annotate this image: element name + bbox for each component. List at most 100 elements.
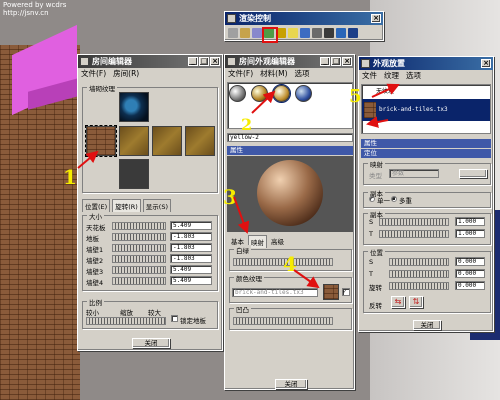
monitor2-icon[interactable] [348,28,358,38]
room-close-button[interactable]: 关闭 [132,338,170,348]
material-close-button[interactable]: 关闭 [275,379,307,389]
menu-texture[interactable]: 纹理 [384,70,399,81]
section-properties-header[interactable]: 属性 [361,139,491,148]
list-item-no-texture[interactable]: 无纹理 [362,85,490,99]
properties-header[interactable]: 属性 [227,146,353,155]
position-row-slider[interactable] [389,258,449,266]
position-row-field[interactable]: 0.000 [455,281,485,290]
menu-room[interactable]: 房间(R) [113,68,139,79]
material-name-field[interactable]: yellow-2 [227,133,353,142]
tab-display[interactable]: 显示(S) [142,199,171,212]
menu-options[interactable]: 选项 [295,68,310,79]
close-icon[interactable]: × [481,59,491,68]
copies-single-label: 单一 [377,197,390,205]
position-row-slider[interactable] [389,270,449,278]
material-sphere-blue[interactable] [295,85,312,102]
flip-vertical-button[interactable]: ⇅ [409,296,423,308]
position-row-field[interactable]: 0.000 [455,257,485,266]
material-sphere-yellow-selected[interactable] [272,84,291,103]
maximize-icon[interactable]: □ [199,57,209,66]
minimize-icon[interactable]: _ [320,57,330,66]
minimize-icon[interactable]: _ [188,57,198,66]
copies-t-field[interactable]: 1.000 [455,229,485,238]
image-icon[interactable] [252,28,262,38]
appearance-close-button[interactable]: 关闭 [413,320,441,330]
tab-rotation[interactable]: 旋转(R) [112,199,141,212]
size-row-field[interactable]: -1.803 [170,232,212,241]
size-row-label: 地板 [86,235,99,243]
annotation-1: 1 [63,165,77,189]
bump-slider[interactable] [233,317,333,325]
mapping-type-apply[interactable] [459,169,487,178]
position-row-label: S [369,258,374,266]
lock-floor-checkbox[interactable] [171,315,178,322]
copies-single-radio[interactable] [369,196,375,202]
position-row-field[interactable]: 0.000 [455,269,485,278]
preview-sphere [257,160,323,226]
list-item-brick-selected[interactable]: brick-and-tiles.tx3 [362,99,490,121]
texture-bronze-2[interactable] [152,126,182,156]
cube-icon[interactable] [312,28,322,38]
flip-label: 反转 [369,302,382,310]
menu-options[interactable]: 选项 [406,70,421,81]
appearance-placement-title: 外观放置 [373,59,405,68]
size-row-slider[interactable] [112,255,166,263]
size-row-field[interactable]: 5.409 [170,221,212,230]
maximize-icon[interactable]: □ [331,57,341,66]
texture-file-field[interactable]: brick-and-tiles.tx3 [232,288,318,297]
size-row-field[interactable]: -1.803 [170,243,212,252]
size-row-slider[interactable] [112,244,166,252]
texture-brick-selected[interactable] [85,125,117,157]
ratio-slider[interactable] [86,317,166,325]
copies-s-slider[interactable] [379,218,449,226]
menu-file[interactable]: 文件(F) [228,68,253,79]
window-icon [227,57,236,66]
close-icon[interactable]: × [210,57,220,66]
mapping-type-label: 类型 [369,172,382,180]
camera-icon[interactable] [324,28,334,38]
size-row-slider[interactable] [112,266,166,274]
pointer-icon[interactable] [228,28,238,38]
close-icon[interactable]: × [342,57,352,66]
texture-bronze-1[interactable] [119,126,149,156]
monitor-icon[interactable] [336,28,346,38]
size-row-field[interactable]: 5.409 [170,265,212,274]
texture-group-label: 墙砌纹理 [87,83,117,93]
size-row-slider[interactable] [112,233,166,241]
material-editor-title: 房间外观编辑器 [239,57,295,66]
texture-water[interactable] [119,92,149,122]
color-texture-swatch[interactable] [323,284,339,300]
material-sphere-gray[interactable] [229,85,246,102]
close-icon[interactable]: × [371,14,381,23]
texture-dark[interactable] [119,159,149,189]
mapping-type-select[interactable]: 参数 [389,169,439,178]
ratio-smaller-label: 较小 [86,309,99,317]
menu-file[interactable]: 文件 [362,70,377,81]
size-row-field[interactable]: 5.409 [170,276,212,285]
appearance-placement-titlebar[interactable]: 外观放置 × [359,57,493,70]
grid-icon[interactable] [240,28,250,38]
menu-material[interactable]: 材料(M) [260,68,287,79]
color-texture-checkbox[interactable]: ✓ [342,288,350,296]
position-row-slider[interactable] [389,282,449,290]
texture-bronze-3[interactable] [185,126,215,156]
material-sphere-gold[interactable] [251,85,268,102]
tab-advanced[interactable]: 高级 [269,235,286,248]
room-editor-window: 房间编辑器 _ □ × 文件(F) 房间(R) 墙砌纹理 位置(E) 旋转(R)… [77,54,223,351]
window-icon [361,59,370,68]
section-placement-header[interactable]: 定位 [361,149,491,158]
size-row-field[interactable]: -1.803 [170,254,212,263]
copies-multiple-radio[interactable] [391,196,397,202]
watermark: Powered by wcdrs http://jsnv.cn [3,1,67,17]
size-row-slider[interactable] [112,277,166,285]
copies-s-field[interactable]: 1.000 [455,217,485,226]
render-toolbar-titlebar[interactable]: 渲染控制 × [225,12,383,25]
flip-horizontal-button[interactable]: ⇆ [391,296,405,308]
room-editor-titlebar[interactable]: 房间编辑器 _ □ × [78,55,222,68]
size-row-slider[interactable] [112,222,166,230]
material-editor-titlebar[interactable]: 房间外观编辑器 _ □ × [225,55,354,68]
bulb-icon[interactable] [288,28,298,38]
copies-t-slider[interactable] [379,230,449,238]
sphere-icon[interactable] [300,28,310,38]
menu-file[interactable]: 文件(F) [81,68,106,79]
